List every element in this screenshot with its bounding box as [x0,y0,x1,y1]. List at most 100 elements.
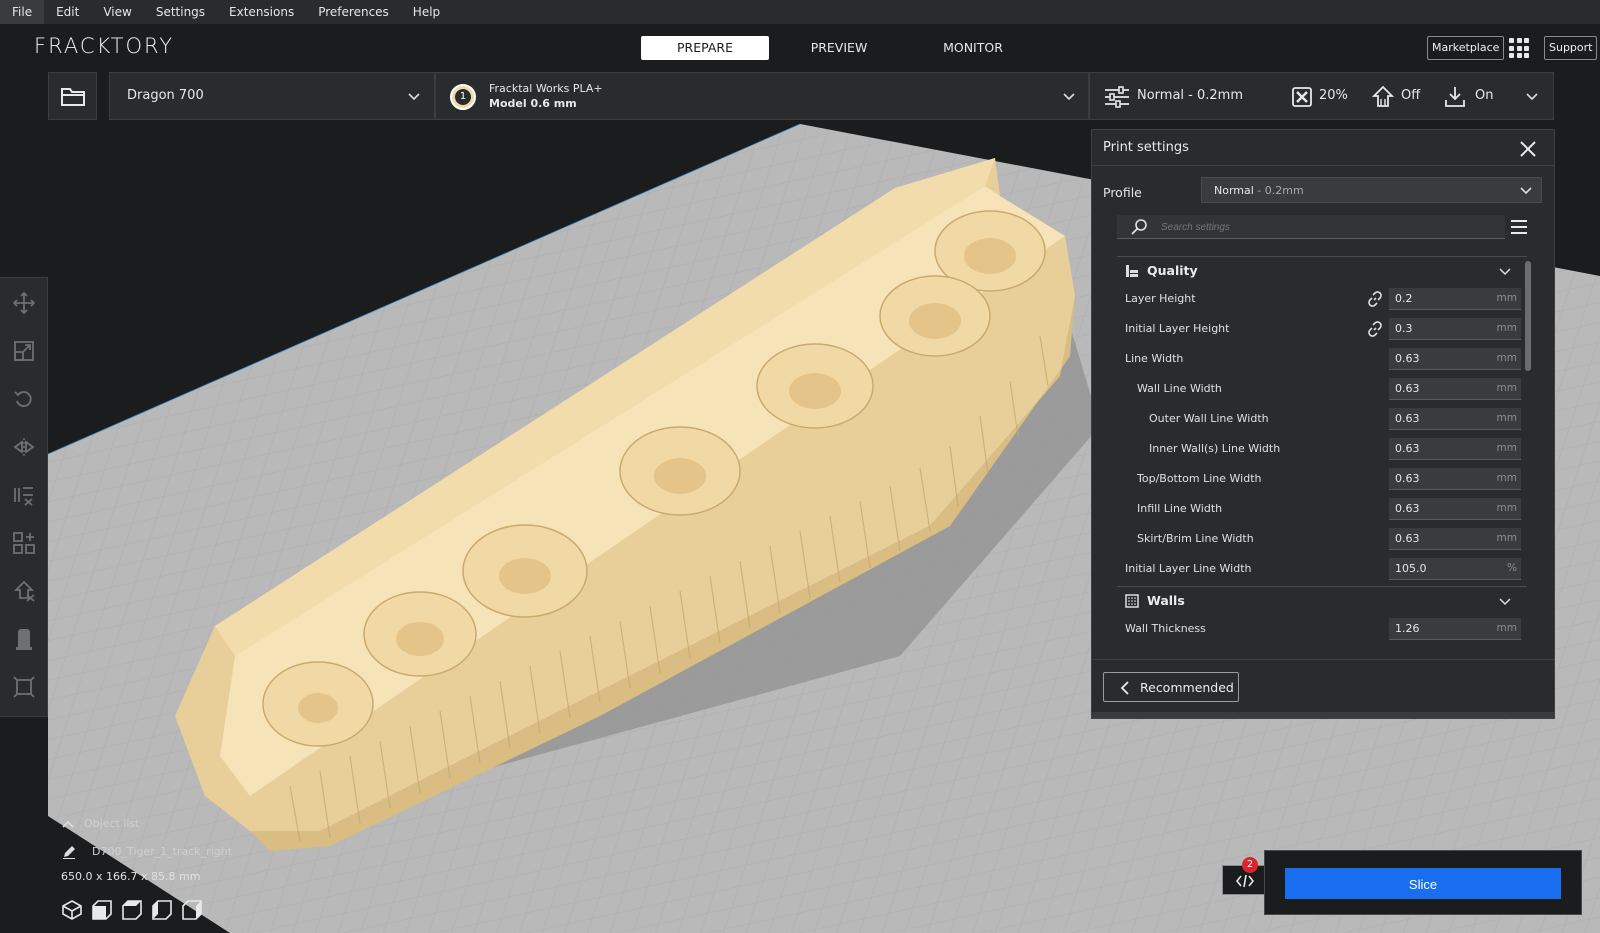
setting-row-line-width: Line Width 0.63 mm [1117,344,1527,374]
setting-field[interactable]: 0.63 mm [1389,438,1521,460]
extruder-badge: 1 [450,84,476,110]
scale-tool[interactable] [12,339,36,363]
setting-field[interactable]: 0.63 mm [1389,378,1521,400]
menu-edit[interactable]: Edit [44,0,91,24]
category-quality[interactable]: Quality [1117,256,1527,284]
slice-button[interactable]: Slice [1285,868,1561,899]
chevron-down-icon[interactable] [1526,92,1538,102]
pencil-icon[interactable] [62,845,76,859]
setting-label: Initial Layer Height [1125,322,1230,335]
panel-divider [1092,165,1554,166]
setting-label: Wall Line Width [1137,382,1222,395]
tab-monitor[interactable]: MONITOR [909,36,1037,60]
support-button[interactable]: Support [1544,36,1598,60]
setting-unit: mm [1496,412,1517,424]
view-3d-icon[interactable] [62,900,82,920]
menu-bar: File Edit View Settings Extensions Prefe… [0,0,1600,24]
object-name: D700_Tiger_1_track_right [92,845,233,858]
per-model-settings-tool[interactable] [12,483,36,507]
open-file-button[interactable] [48,72,97,120]
search-input[interactable] [1159,218,1489,236]
setting-field[interactable]: 0.2 mm [1389,288,1521,310]
object-dimensions: 650.0 x 166.7 x 85.8 mm [61,870,201,883]
quality-icon [1126,265,1138,277]
profile-label: Profile [1103,185,1142,200]
menu-icon[interactable] [1510,218,1528,236]
slice-panel: Slice [1264,850,1582,915]
arrange-icon [13,532,35,554]
infill-value: 20% [1319,88,1348,103]
move-icon [13,292,35,314]
fit-view-icon [13,676,35,698]
view-front-icon[interactable] [92,900,112,920]
settings-scrollbar[interactable] [1525,261,1531,371]
setting-field[interactable]: 0.63 mm [1389,498,1521,520]
printer-selector[interactable]: Dragon 700 [109,72,435,120]
chevron-up-icon[interactable] [62,819,74,829]
chevron-left-icon [1120,681,1129,695]
setting-field[interactable]: 0.63 mm [1389,348,1521,370]
move-tool[interactable] [12,291,36,315]
setting-unit: mm [1496,382,1517,394]
setting-unit: mm [1496,622,1517,634]
marketplace-button[interactable]: Marketplace [1427,36,1505,60]
setting-field[interactable]: 0.63 mm [1389,468,1521,490]
setting-field[interactable]: 105.0% [1389,558,1521,580]
tab-prepare[interactable]: PREPARE [641,36,769,60]
adhesion-icon [1445,87,1465,107]
profile-select[interactable]: Normal - 0.2mm [1201,177,1542,203]
chevron-down-icon [408,93,420,101]
app-header: FRACKTORY PREPARE PREVIEW MONITOR Market… [0,24,1600,72]
menu-file[interactable]: File [0,0,45,24]
setting-row-inner-wall-line-width: Inner Wall(s) Line Width 0.63 mm [1117,434,1527,464]
arrange-tool[interactable] [12,531,36,555]
link-icon[interactable] [1367,291,1383,307]
setting-row-initial-layer-height: Initial Layer Height 0.3 mm [1117,314,1527,344]
setting-field[interactable]: 0.63 mm [1389,408,1521,430]
menu-help[interactable]: Help [401,0,452,24]
link-icon[interactable] [1367,321,1383,337]
sliders-icon [1105,86,1129,108]
recommended-button[interactable]: Recommended [1103,672,1239,702]
support-blocker-tool[interactable] [12,579,36,603]
setting-field[interactable]: 0.3 mm [1389,318,1521,340]
panel-resize-handle[interactable] [1092,712,1554,718]
close-icon[interactable] [1518,139,1538,159]
apps-grid-icon[interactable] [1509,38,1529,58]
setting-unit: % [1507,562,1517,574]
rotate-icon [14,391,32,407]
menu-view[interactable]: View [91,0,143,24]
adhesion-value: On [1475,88,1494,103]
profile-select-name: Normal [1214,184,1254,197]
view-top-icon[interactable] [122,900,142,920]
infill-icon [1292,87,1312,107]
extruder-number: 1 [455,89,471,105]
setting-value: 0.63 [1395,352,1420,365]
setting-row-skirt-brim-line-width: Skirt/Brim Line Width 0.63 mm [1117,524,1527,554]
setting-label: Inner Wall(s) Line Width [1149,442,1281,455]
object-list-header[interactable]: Object list [84,817,139,830]
mirror-tool[interactable] [12,435,36,459]
tab-preview[interactable]: PREVIEW [775,36,903,60]
setting-unit: mm [1496,292,1517,304]
walls-icon [1125,594,1139,608]
print-settings-summary[interactable]: Normal - 0.2mm 20% Off On [1089,72,1554,120]
nozzle-name: Model 0.6 mm [489,97,577,110]
menu-preferences[interactable]: Preferences [306,0,401,24]
spool-icon [16,629,32,650]
fit-view-tool[interactable] [12,675,36,699]
scale-icon [14,341,34,361]
setting-field[interactable]: 1.26 mm [1389,618,1521,640]
menu-settings[interactable]: Settings [144,0,217,24]
view-orientation-buttons [62,900,202,920]
rotate-tool[interactable] [12,387,36,411]
view-left-icon[interactable] [152,900,172,920]
per-model-settings-icon [14,487,33,506]
category-walls[interactable]: Walls [1117,586,1527,614]
view-right-icon[interactable] [182,900,202,920]
setting-label: Outer Wall Line Width [1149,412,1269,425]
material-selector[interactable]: 1 Fracktal Works PLA+ Model 0.6 mm [435,72,1089,120]
menu-extensions[interactable]: Extensions [217,0,306,24]
spool-tool[interactable] [12,627,36,651]
setting-field[interactable]: 0.63 mm [1389,528,1521,550]
